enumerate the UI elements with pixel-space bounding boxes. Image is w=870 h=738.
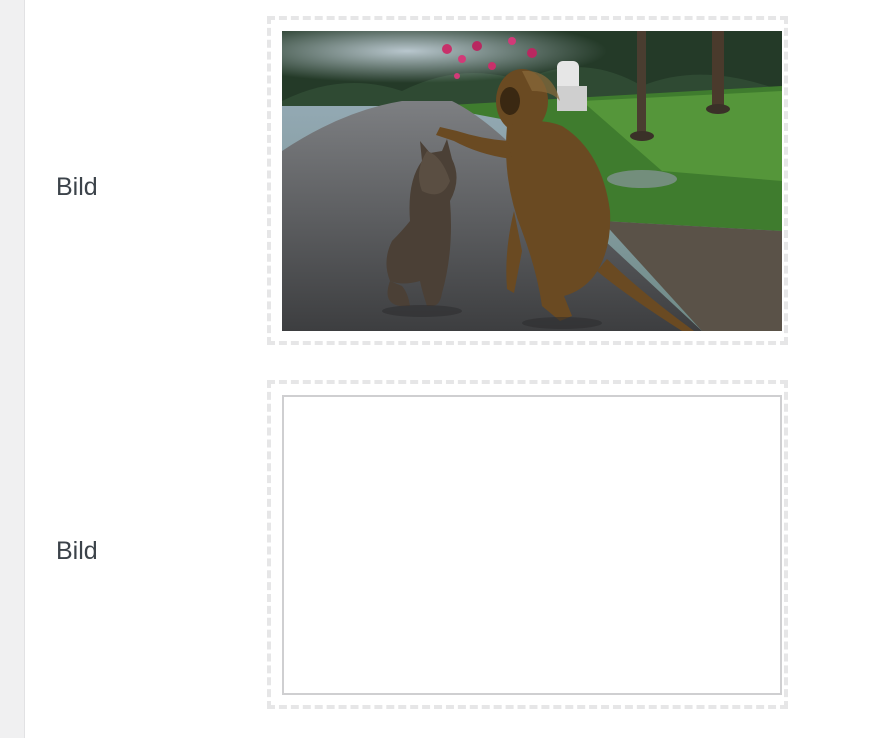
image-drop-zone-2[interactable]: [267, 380, 788, 709]
field-label-image-2: Bild: [56, 537, 98, 565]
photo-cat-and-monkey-image: [282, 31, 782, 331]
field-label-image-1: Bild: [56, 173, 98, 201]
image-fields-panel: Bild Bild: [0, 0, 870, 738]
image-drop-zone-1[interactable]: [267, 16, 788, 345]
left-sidebar-edge: [0, 0, 25, 738]
empty-image-placeholder[interactable]: [282, 395, 782, 695]
selected-image-preview[interactable]: [282, 31, 782, 331]
